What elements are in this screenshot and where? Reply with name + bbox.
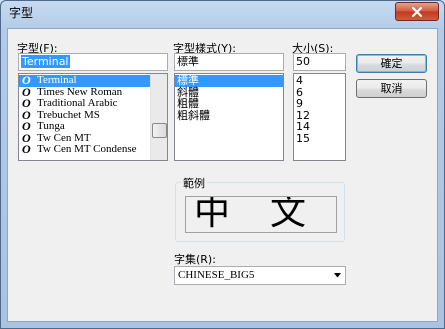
font-list-scrollbar[interactable] [150,74,167,160]
font-input[interactable]: Terminal [18,53,168,71]
font-input-value: Terminal [21,55,70,68]
chevron-down-icon [334,273,341,278]
size-list-item[interactable]: 15 [294,131,345,145]
sample-text: 中文 [194,196,337,233]
size-input-value: 50 [296,55,310,68]
truetype-icon: O [22,142,31,156]
font-list-item-label: Traditional Arabic [37,97,118,109]
title-bar[interactable]: 字型 [1,1,444,23]
dialog-body: 字型(F): Terminal O Terminal O Times New Roma… [7,28,438,322]
size-list[interactable]: 4 6 9 12 14 15 [293,73,346,161]
style-list[interactable]: 標準 斜體 粗體 粗斜體 [174,73,284,161]
sample-preview: 中文 [185,196,337,233]
style-list-item-label: 粗斜體 [177,108,210,122]
font-dialog: 字型 字型(F): Terminal O Terminal O Times New R… [0,0,445,329]
font-list-item-label: Trebuchet MS [37,108,100,121]
close-icon [412,6,422,17]
font-list-item-label: Tw Cen MT Condense [37,143,137,155]
scroll-thumb[interactable] [152,123,167,138]
font-list[interactable]: O Terminal O Times New Roman O Traditional Ar… [18,73,168,161]
charset-label: 字集(R): [174,253,216,266]
close-button[interactable] [395,2,439,21]
font-list-item-label: Times New Roman [37,85,123,98]
style-input-value: 標準 [177,55,199,68]
charset-value: CHINESE_BIG5 [178,269,255,281]
ok-button[interactable]: 確定 [356,54,427,73]
charset-select[interactable]: CHINESE_BIG5 [174,266,346,285]
sample-label: 範例 [181,175,207,191]
font-list-item-label: Terminal [37,74,77,86]
font-list-item[interactable]: O Tw Cen MT Condense [19,142,167,156]
style-list-item[interactable]: 粗斜體 [175,108,283,122]
font-list-item-label: Tunga [37,120,65,132]
cancel-button[interactable]: 取消 [356,79,427,98]
font-list-item-label: Tw Cen MT [37,131,91,144]
window-title: 字型 [9,6,34,20]
size-list-item-label: 15 [296,131,310,145]
style-input[interactable]: 標準 [174,53,284,71]
size-input[interactable]: 50 [293,53,346,71]
